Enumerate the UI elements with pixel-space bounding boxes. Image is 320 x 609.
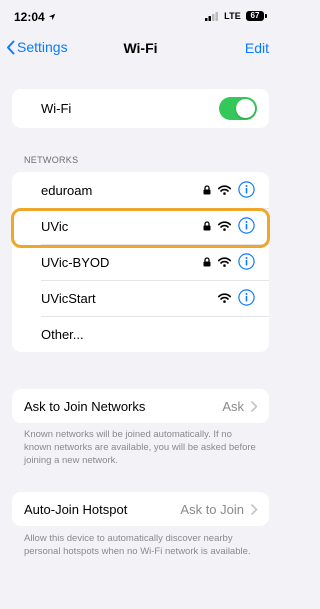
network-name: Other...: [41, 327, 84, 342]
info-icon[interactable]: [238, 181, 255, 198]
ask-to-join-value: Ask: [222, 399, 244, 414]
info-icon[interactable]: [238, 253, 255, 270]
highlight-outline: [11, 208, 270, 248]
chevron-right-icon: [251, 504, 258, 515]
cellular-signal-icon: [205, 11, 219, 21]
time-label: 12:04: [14, 10, 45, 24]
network-row-uvic-byod[interactable]: UVic-BYOD: [12, 244, 269, 280]
wifi-toggle-card: Wi-Fi: [12, 89, 269, 128]
networks-card: eduroam UVic UVic-BYOD UVicStart Other..…: [12, 172, 269, 352]
network-row-uvicstart[interactable]: UVicStart: [12, 280, 269, 316]
network-name: UVicStart: [41, 291, 96, 306]
network-type: LTE: [224, 11, 241, 21]
network-name: eduroam: [41, 183, 93, 198]
wifi-signal-icon: [218, 292, 231, 303]
auto-join-hotspot-value: Ask to Join: [180, 502, 244, 517]
network-row-eduroam[interactable]: eduroam: [12, 172, 269, 208]
network-row-other[interactable]: Other...: [12, 316, 269, 352]
networks-header: NETWORKS: [24, 155, 79, 165]
wifi-toggle[interactable]: [219, 97, 257, 120]
lock-icon: [203, 184, 211, 194]
wifi-signal-icon: [218, 184, 231, 195]
edit-button[interactable]: Edit: [245, 40, 269, 56]
location-arrow-icon: [48, 13, 55, 21]
ask-to-join-label: Ask to Join Networks: [24, 399, 146, 414]
status-time: 12:04: [14, 10, 56, 24]
auto-join-hotspot-footnote: Allow this device to automatically disco…: [24, 533, 251, 557]
battery-level: 67: [246, 11, 264, 21]
lock-icon: [203, 256, 211, 266]
ask-to-join-footnote: Known networks will be joined automatica…: [24, 429, 256, 466]
network-name: UVic-BYOD: [41, 255, 110, 270]
page-title: Wi-Fi: [123, 40, 158, 56]
wifi-label: Wi-Fi: [41, 101, 72, 116]
status-indicators: LTE 67: [205, 11, 267, 21]
chevron-right-icon: [251, 401, 258, 412]
info-icon[interactable]: [238, 289, 255, 306]
auto-join-hotspot-row[interactable]: Auto-Join Hotspot Ask to Join: [12, 492, 269, 526]
auto-join-hotspot-label: Auto-Join Hotspot: [24, 502, 128, 517]
battery-icon: 67: [246, 11, 267, 21]
wifi-signal-icon: [218, 256, 231, 267]
ask-to-join-row[interactable]: Ask to Join Networks Ask: [12, 389, 269, 423]
